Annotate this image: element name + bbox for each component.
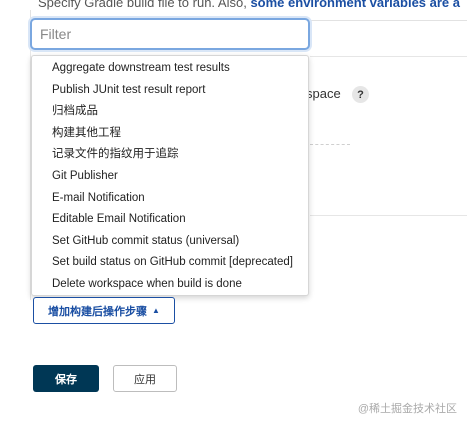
dropdown-item[interactable]: Delete workspace when build is done [32,274,308,296]
gradle-help-prefix: Specify Gradle build file to run. Also, [38,0,251,10]
dropdown-item[interactable]: 记录文件的指纹用于追踪 [32,144,308,166]
add-post-build-step-button[interactable]: 增加构建后操作步骤 ▲ [33,297,175,324]
dropdown-item[interactable]: Editable Email Notification [32,209,308,231]
save-button[interactable]: 保存 [33,365,99,392]
dropdown-item[interactable]: Aggregate downstream test results [32,58,308,80]
divider [310,215,467,216]
apply-button[interactable]: 应用 [113,365,177,392]
filter-input[interactable] [30,18,310,50]
help-icon[interactable]: ? [352,86,369,103]
dropdown-item[interactable]: Set build status on GitHub commit [depre… [32,252,308,274]
env-vars-link[interactable]: some environment variables are a [250,0,460,10]
caret-up-icon: ▲ [152,306,160,315]
post-build-actions-dropdown: Aggregate downstream test results Publis… [31,55,309,296]
dropdown-item[interactable]: Publish JUnit test result report [32,80,308,102]
dropdown-item[interactable]: E-mail Notification [32,188,308,210]
gradle-help-text: Specify Gradle build file to run. Also, … [38,0,467,10]
add-step-label: 增加构建后操作步骤 [48,305,148,318]
dashed-divider [310,144,350,145]
dropdown-item[interactable]: 构建其他工程 [32,123,308,145]
watermark: @稀土掘金技术社区 [357,403,457,415]
workspace-label-partial: space [306,86,341,101]
dropdown-item[interactable]: Git Publisher [32,166,308,188]
divider [310,56,467,57]
dropdown-item[interactable]: Set GitHub commit status (universal) [32,231,308,253]
dropdown-item[interactable]: 归档成品 [32,101,308,123]
